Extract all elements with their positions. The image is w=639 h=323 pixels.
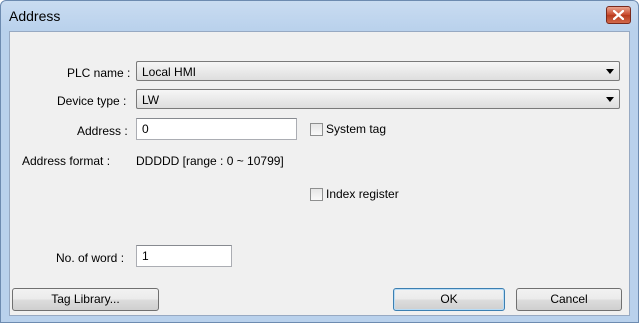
close-icon — [613, 10, 624, 20]
tag-library-button[interactable]: Tag Library... — [12, 288, 159, 311]
no-of-word-input[interactable] — [136, 245, 232, 267]
address-dialog: Address PLC name : Local HMI Device type… — [0, 0, 639, 323]
address-format-label: Address format : — [22, 154, 111, 168]
device-type-label: Device type : — [57, 94, 127, 108]
chevron-down-icon — [606, 69, 614, 74]
address-label: Address : — [77, 124, 128, 138]
no-of-word-label: No. of word : — [56, 251, 125, 265]
plc-name-select[interactable]: Local HMI — [136, 61, 620, 81]
system-tag-label: System tag — [326, 122, 387, 136]
index-register-checkbox[interactable]: Index register — [310, 187, 399, 201]
index-register-label: Index register — [326, 187, 399, 201]
plc-name-value: Local HMI — [142, 65, 197, 79]
checkbox-box[interactable] — [310, 187, 323, 201]
checkbox-box[interactable] — [310, 122, 323, 136]
chevron-down-icon — [606, 97, 614, 102]
title-bar: Address — [1, 1, 638, 31]
dialog-body: PLC name : Local HMI Device type : LW Ad… — [9, 31, 630, 316]
plc-name-label: PLC name : — [67, 66, 131, 80]
address-format-value: DDDDD [range : 0 ~ 10799] — [136, 154, 284, 168]
close-button[interactable] — [606, 6, 631, 24]
device-type-select[interactable]: LW — [136, 89, 620, 109]
system-tag-checkbox[interactable]: System tag — [310, 122, 386, 136]
window-title: Address — [9, 8, 61, 24]
cancel-button[interactable]: Cancel — [516, 288, 622, 311]
device-type-value: LW — [142, 93, 160, 107]
address-input[interactable] — [136, 118, 297, 140]
ok-button[interactable]: OK — [393, 288, 505, 311]
